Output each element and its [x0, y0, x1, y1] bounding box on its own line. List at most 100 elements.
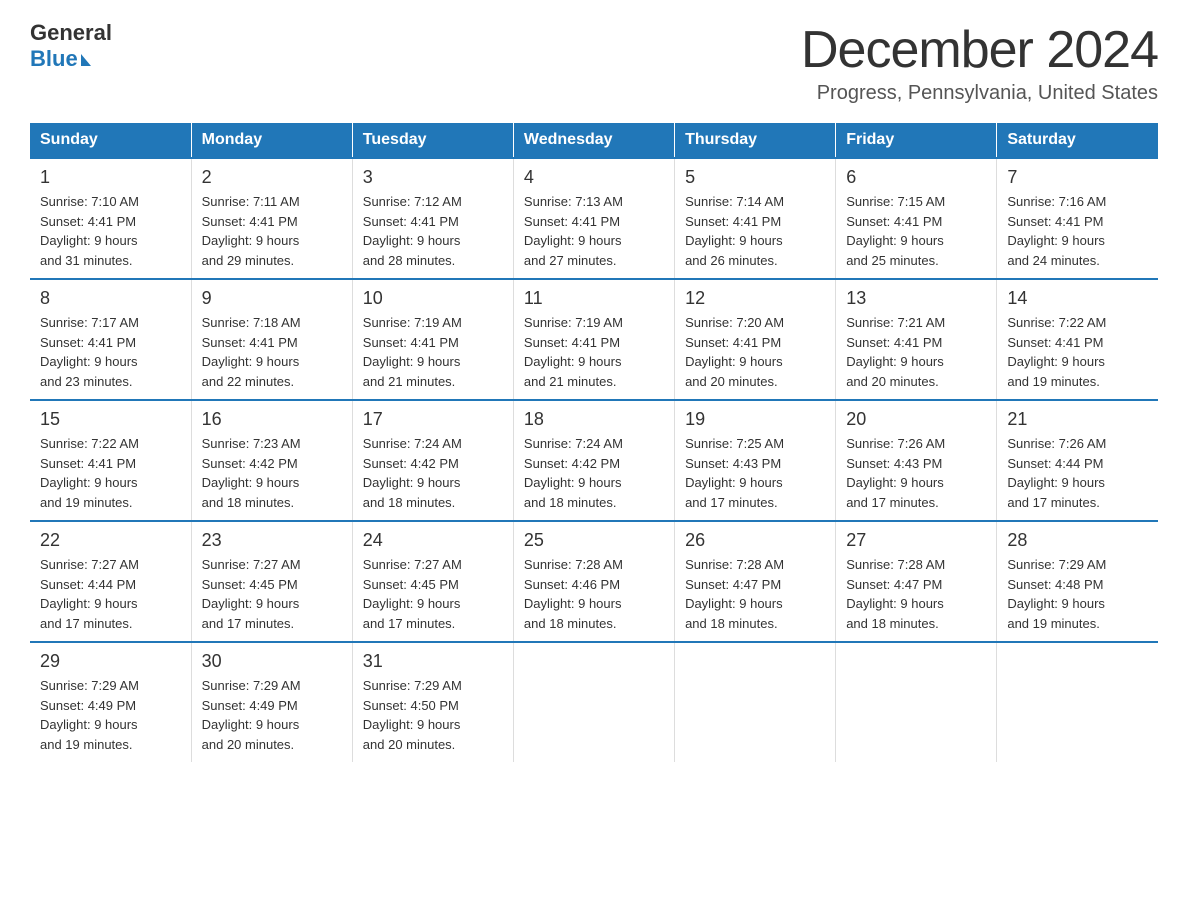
calendar-cell: 18 Sunrise: 7:24 AM Sunset: 4:42 PM Dayl… [513, 400, 674, 521]
calendar-cell: 7 Sunrise: 7:16 AM Sunset: 4:41 PM Dayli… [997, 158, 1158, 279]
day-info: Sunrise: 7:29 AM Sunset: 4:49 PM Dayligh… [202, 676, 342, 754]
calendar-cell: 15 Sunrise: 7:22 AM Sunset: 4:41 PM Dayl… [30, 400, 191, 521]
logo-general-text: General [30, 20, 112, 46]
calendar-cell [836, 642, 997, 762]
day-info: Sunrise: 7:22 AM Sunset: 4:41 PM Dayligh… [1007, 313, 1148, 391]
calendar-cell: 13 Sunrise: 7:21 AM Sunset: 4:41 PM Dayl… [836, 279, 997, 400]
logo-blue-text: Blue [30, 46, 91, 72]
day-info: Sunrise: 7:25 AM Sunset: 4:43 PM Dayligh… [685, 434, 825, 512]
day-number: 22 [40, 530, 181, 551]
day-number: 27 [846, 530, 986, 551]
calendar-cell: 5 Sunrise: 7:14 AM Sunset: 4:41 PM Dayli… [675, 158, 836, 279]
calendar-cell: 30 Sunrise: 7:29 AM Sunset: 4:49 PM Dayl… [191, 642, 352, 762]
day-number: 6 [846, 167, 986, 188]
day-info: Sunrise: 7:19 AM Sunset: 4:41 PM Dayligh… [363, 313, 503, 391]
weekday-header-saturday: Saturday [997, 123, 1158, 158]
day-number: 20 [846, 409, 986, 430]
day-number: 12 [685, 288, 825, 309]
day-info: Sunrise: 7:28 AM Sunset: 4:47 PM Dayligh… [685, 555, 825, 633]
day-info: Sunrise: 7:27 AM Sunset: 4:45 PM Dayligh… [202, 555, 342, 633]
day-number: 8 [40, 288, 181, 309]
weekday-header-tuesday: Tuesday [352, 123, 513, 158]
day-number: 5 [685, 167, 825, 188]
calendar-cell: 6 Sunrise: 7:15 AM Sunset: 4:41 PM Dayli… [836, 158, 997, 279]
calendar-cell: 1 Sunrise: 7:10 AM Sunset: 4:41 PM Dayli… [30, 158, 191, 279]
calendar-cell: 29 Sunrise: 7:29 AM Sunset: 4:49 PM Dayl… [30, 642, 191, 762]
day-number: 11 [524, 288, 664, 309]
calendar-body: 1 Sunrise: 7:10 AM Sunset: 4:41 PM Dayli… [30, 158, 1158, 762]
day-info: Sunrise: 7:18 AM Sunset: 4:41 PM Dayligh… [202, 313, 342, 391]
day-info: Sunrise: 7:23 AM Sunset: 4:42 PM Dayligh… [202, 434, 342, 512]
day-info: Sunrise: 7:29 AM Sunset: 4:49 PM Dayligh… [40, 676, 181, 754]
calendar-cell: 9 Sunrise: 7:18 AM Sunset: 4:41 PM Dayli… [191, 279, 352, 400]
location-subtitle: Progress, Pennsylvania, United States [801, 82, 1158, 105]
weekday-header-sunday: Sunday [30, 123, 191, 158]
day-number: 21 [1007, 409, 1148, 430]
day-number: 4 [524, 167, 664, 188]
calendar-cell [997, 642, 1158, 762]
day-info: Sunrise: 7:29 AM Sunset: 4:50 PM Dayligh… [363, 676, 503, 754]
day-number: 29 [40, 651, 181, 672]
calendar-week-1: 1 Sunrise: 7:10 AM Sunset: 4:41 PM Dayli… [30, 158, 1158, 279]
day-info: Sunrise: 7:11 AM Sunset: 4:41 PM Dayligh… [202, 192, 342, 270]
weekday-header-monday: Monday [191, 123, 352, 158]
day-info: Sunrise: 7:21 AM Sunset: 4:41 PM Dayligh… [846, 313, 986, 391]
day-info: Sunrise: 7:19 AM Sunset: 4:41 PM Dayligh… [524, 313, 664, 391]
calendar-cell: 28 Sunrise: 7:29 AM Sunset: 4:48 PM Dayl… [997, 521, 1158, 642]
day-number: 3 [363, 167, 503, 188]
calendar-cell: 21 Sunrise: 7:26 AM Sunset: 4:44 PM Dayl… [997, 400, 1158, 521]
calendar-week-2: 8 Sunrise: 7:17 AM Sunset: 4:41 PM Dayli… [30, 279, 1158, 400]
day-info: Sunrise: 7:28 AM Sunset: 4:47 PM Dayligh… [846, 555, 986, 633]
day-number: 30 [202, 651, 342, 672]
calendar-cell: 4 Sunrise: 7:13 AM Sunset: 4:41 PM Dayli… [513, 158, 674, 279]
day-info: Sunrise: 7:16 AM Sunset: 4:41 PM Dayligh… [1007, 192, 1148, 270]
day-number: 7 [1007, 167, 1148, 188]
calendar-cell: 27 Sunrise: 7:28 AM Sunset: 4:47 PM Dayl… [836, 521, 997, 642]
calendar-cell: 23 Sunrise: 7:27 AM Sunset: 4:45 PM Dayl… [191, 521, 352, 642]
calendar-cell: 26 Sunrise: 7:28 AM Sunset: 4:47 PM Dayl… [675, 521, 836, 642]
month-title: December 2024 [801, 20, 1158, 80]
calendar-cell: 2 Sunrise: 7:11 AM Sunset: 4:41 PM Dayli… [191, 158, 352, 279]
day-number: 23 [202, 530, 342, 551]
day-info: Sunrise: 7:28 AM Sunset: 4:46 PM Dayligh… [524, 555, 664, 633]
calendar-cell: 24 Sunrise: 7:27 AM Sunset: 4:45 PM Dayl… [352, 521, 513, 642]
title-block: December 2024 Progress, Pennsylvania, Un… [801, 20, 1158, 105]
day-info: Sunrise: 7:15 AM Sunset: 4:41 PM Dayligh… [846, 192, 986, 270]
page-header: General Blue December 2024 Progress, Pen… [30, 20, 1158, 105]
day-number: 25 [524, 530, 664, 551]
calendar-cell: 16 Sunrise: 7:23 AM Sunset: 4:42 PM Dayl… [191, 400, 352, 521]
calendar-cell: 12 Sunrise: 7:20 AM Sunset: 4:41 PM Dayl… [675, 279, 836, 400]
calendar-cell: 8 Sunrise: 7:17 AM Sunset: 4:41 PM Dayli… [30, 279, 191, 400]
day-number: 24 [363, 530, 503, 551]
day-info: Sunrise: 7:24 AM Sunset: 4:42 PM Dayligh… [363, 434, 503, 512]
calendar-week-4: 22 Sunrise: 7:27 AM Sunset: 4:44 PM Dayl… [30, 521, 1158, 642]
day-number: 17 [363, 409, 503, 430]
day-info: Sunrise: 7:20 AM Sunset: 4:41 PM Dayligh… [685, 313, 825, 391]
calendar-cell: 22 Sunrise: 7:27 AM Sunset: 4:44 PM Dayl… [30, 521, 191, 642]
day-info: Sunrise: 7:26 AM Sunset: 4:44 PM Dayligh… [1007, 434, 1148, 512]
day-number: 26 [685, 530, 825, 551]
day-info: Sunrise: 7:24 AM Sunset: 4:42 PM Dayligh… [524, 434, 664, 512]
calendar-week-3: 15 Sunrise: 7:22 AM Sunset: 4:41 PM Dayl… [30, 400, 1158, 521]
day-info: Sunrise: 7:10 AM Sunset: 4:41 PM Dayligh… [40, 192, 181, 270]
day-info: Sunrise: 7:14 AM Sunset: 4:41 PM Dayligh… [685, 192, 825, 270]
day-info: Sunrise: 7:26 AM Sunset: 4:43 PM Dayligh… [846, 434, 986, 512]
calendar-cell: 31 Sunrise: 7:29 AM Sunset: 4:50 PM Dayl… [352, 642, 513, 762]
day-number: 2 [202, 167, 342, 188]
day-number: 14 [1007, 288, 1148, 309]
day-number: 28 [1007, 530, 1148, 551]
calendar-header: SundayMondayTuesdayWednesdayThursdayFrid… [30, 123, 1158, 158]
calendar-cell [675, 642, 836, 762]
weekday-header-row: SundayMondayTuesdayWednesdayThursdayFrid… [30, 123, 1158, 158]
calendar-cell: 11 Sunrise: 7:19 AM Sunset: 4:41 PM Dayl… [513, 279, 674, 400]
logo-triangle-icon [81, 54, 91, 66]
day-number: 31 [363, 651, 503, 672]
calendar-cell: 25 Sunrise: 7:28 AM Sunset: 4:46 PM Dayl… [513, 521, 674, 642]
day-number: 10 [363, 288, 503, 309]
calendar-cell: 19 Sunrise: 7:25 AM Sunset: 4:43 PM Dayl… [675, 400, 836, 521]
weekday-header-friday: Friday [836, 123, 997, 158]
calendar-cell: 20 Sunrise: 7:26 AM Sunset: 4:43 PM Dayl… [836, 400, 997, 521]
calendar-cell: 14 Sunrise: 7:22 AM Sunset: 4:41 PM Dayl… [997, 279, 1158, 400]
day-info: Sunrise: 7:22 AM Sunset: 4:41 PM Dayligh… [40, 434, 181, 512]
day-number: 13 [846, 288, 986, 309]
